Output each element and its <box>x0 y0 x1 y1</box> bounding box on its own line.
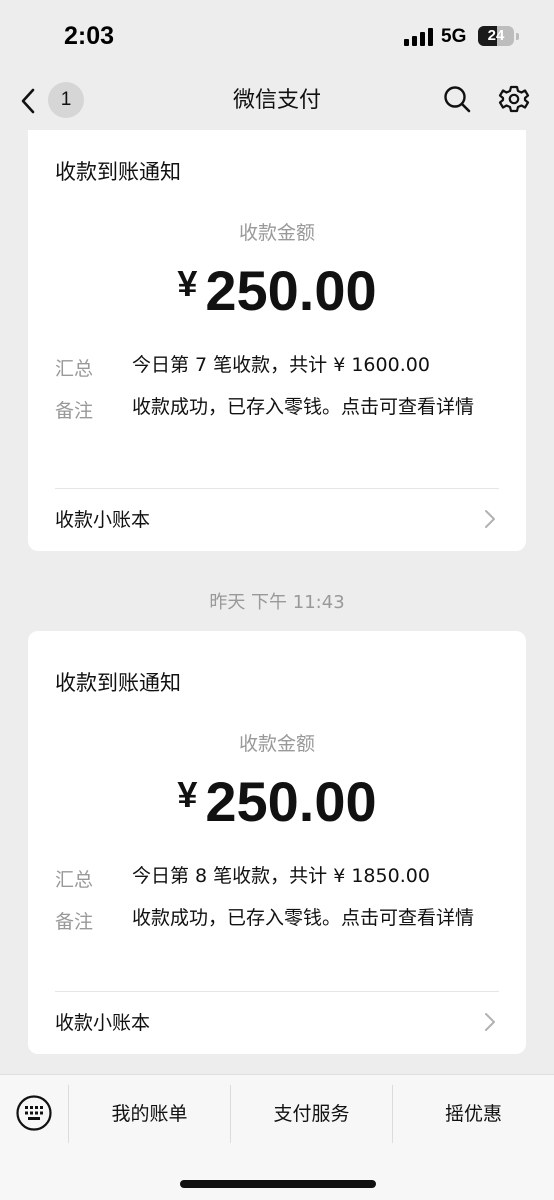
summary-value: 今日第 8 笔收款，共计 ¥ 1850.00 <box>132 865 430 887</box>
currency-symbol: ¥ <box>177 774 198 815</box>
home-indicator[interactable] <box>180 1180 376 1188</box>
chevron-right-icon <box>485 1013 495 1031</box>
signal-icon <box>404 28 434 46</box>
amount-label: 收款金额 <box>238 733 315 755</box>
summary-label: 汇总 <box>55 869 94 891</box>
back-chevron-icon <box>21 88 35 114</box>
amount-value: ¥250.00 <box>28 769 526 834</box>
ledger-link-label: 收款小账本 <box>55 1012 151 1034</box>
message-list[interactable]: 收款到账通知 收款金额 ¥250.00 汇总 今日第 7 笔收款，共计 ¥ 16… <box>0 130 554 1074</box>
message-timestamp: 昨天 下午 11:43 <box>209 592 345 613</box>
menu-my-bills[interactable]: 我的账单 <box>69 1085 230 1143</box>
payment-notice-card[interactable]: 收款到账通知 收款金额 ¥250.00 汇总 今日第 8 笔收款，共计 ¥ 18… <box>28 631 526 1054</box>
note-label: 备注 <box>55 911 94 933</box>
card-title: 收款到账通知 <box>55 671 181 695</box>
payment-notice-card[interactable]: 收款到账通知 收款金额 ¥250.00 汇总 今日第 7 笔收款，共计 ¥ 16… <box>28 130 526 551</box>
battery-percent: 24 <box>487 27 505 44</box>
summary-value: 今日第 7 笔收款，共计 ¥ 1600.00 <box>132 354 430 376</box>
menu-shake-offers[interactable]: 摇优惠 <box>393 1085 554 1143</box>
summary-label: 汇总 <box>55 358 94 380</box>
settings-icon <box>498 85 530 113</box>
ledger-link[interactable]: 收款小账本 <box>28 992 526 1048</box>
battery-icon: 24 <box>478 26 514 46</box>
status-time: 2:03 <box>64 22 115 50</box>
settings-button[interactable] <box>497 82 531 116</box>
amount-value: ¥250.00 <box>28 258 526 323</box>
network-label: 5G <box>441 26 467 47</box>
chevron-right-icon <box>485 510 495 528</box>
ledger-link[interactable]: 收款小账本 <box>28 489 526 545</box>
search-button[interactable] <box>440 82 474 116</box>
nav-bar: 1 微信支付 <box>0 70 554 130</box>
search-icon <box>444 86 471 113</box>
keyboard-toggle-button[interactable] <box>14 1093 54 1133</box>
menu-payment-services[interactable]: 支付服务 <box>231 1085 392 1143</box>
card-title: 收款到账通知 <box>55 160 181 184</box>
back-button[interactable]: 1 <box>14 80 84 120</box>
amount-number: 250.00 <box>205 770 377 833</box>
battery-tip <box>516 33 519 40</box>
note-label: 备注 <box>55 400 94 422</box>
unread-count-badge: 1 <box>48 82 84 118</box>
ledger-link-label: 收款小账本 <box>55 509 151 531</box>
status-bar: 2:03 5G 24 <box>0 0 554 70</box>
note-value: 收款成功，已存入零钱。点击可查看详情 <box>132 396 475 418</box>
amount-number: 250.00 <box>205 259 377 322</box>
amount-label: 收款金额 <box>238 222 315 244</box>
note-value: 收款成功，已存入零钱。点击可查看详情 <box>132 907 475 929</box>
currency-symbol: ¥ <box>177 263 198 304</box>
keyboard-icon <box>16 1095 52 1131</box>
